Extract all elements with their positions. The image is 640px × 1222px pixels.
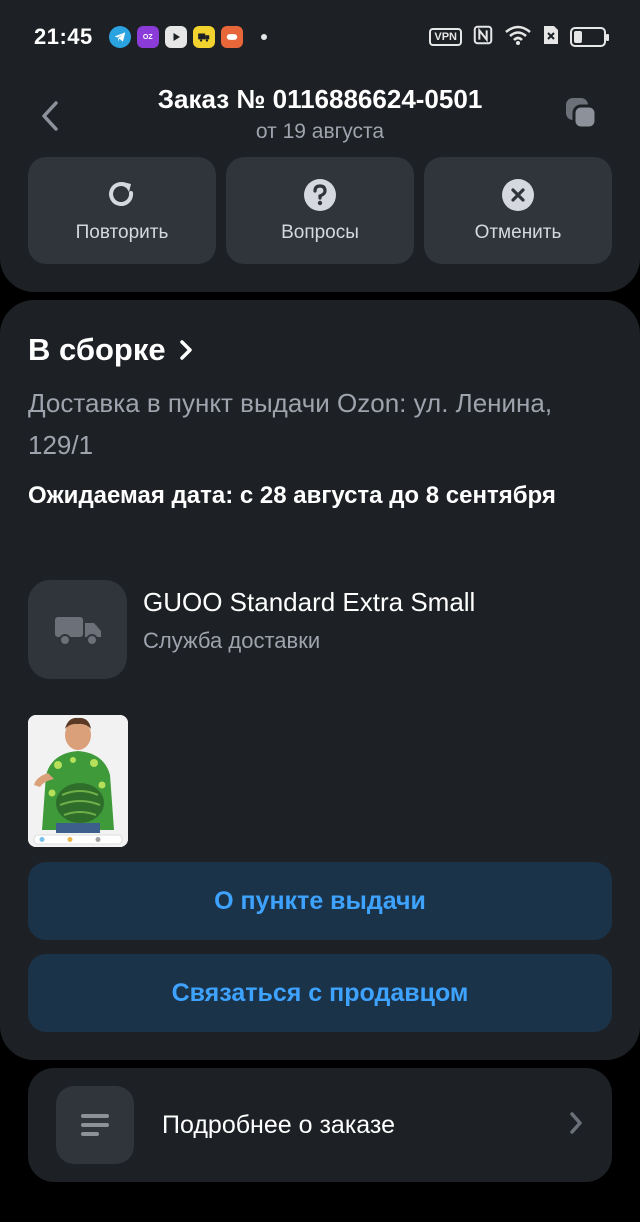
order-status-link[interactable]: В сборке: [28, 332, 194, 368]
chevron-right-icon: [568, 1110, 584, 1141]
status-time: 21:45: [34, 24, 93, 49]
service-subtitle: Служба доставки: [143, 628, 321, 653]
wifi-icon: [504, 24, 532, 51]
cancel-label: Отменить: [474, 221, 562, 243]
order-status-card: В сборке Доставка в пункт выдачи Ozon: у…: [0, 300, 640, 1060]
questions-label: Вопросы: [281, 221, 359, 243]
youtube-icon: [164, 26, 187, 48]
battery-icon: 28: [570, 27, 609, 47]
order-details-label: Подробнее о заказе: [162, 1110, 396, 1139]
repeat-label: Повторить: [75, 221, 169, 243]
copy-icon: [566, 98, 598, 130]
cancel-button[interactable]: Отменить: [424, 157, 612, 264]
cancel-icon: [501, 178, 535, 212]
question-icon: [303, 178, 337, 212]
product-image[interactable]: [28, 715, 128, 847]
more-notifications-dot: [260, 34, 267, 40]
list-icon: [56, 1086, 134, 1164]
nfc-icon: [472, 24, 494, 51]
ozon-icon: OZ: [136, 26, 159, 48]
battery-level: 28: [581, 30, 595, 44]
questions-button[interactable]: Вопросы: [226, 157, 414, 264]
order-title: Заказ № 0116886624-0501: [157, 84, 483, 114]
notification-icons: OZ: [108, 26, 267, 48]
repeat-icon: [105, 178, 139, 212]
no-sim-icon: [542, 24, 560, 51]
repeat-button[interactable]: Повторить: [28, 157, 216, 264]
contact-seller-button[interactable]: Связаться с продавцом: [28, 954, 612, 1032]
delivery-service: GUOO Standard Extra Small Служба доставк…: [28, 580, 475, 679]
order-header: Заказ № 0116886624-0501 от 19 августа По…: [0, 74, 640, 292]
order-details-row[interactable]: Подробнее о заказе: [28, 1068, 612, 1182]
pickup-point-button[interactable]: О пункте выдачи: [28, 862, 612, 940]
service-name: GUOO Standard Extra Small: [143, 587, 476, 617]
chevron-right-icon: [179, 340, 192, 360]
telegram-icon: [108, 26, 131, 48]
system-icons: VPN 28: [429, 24, 609, 51]
order-actions: Повторить Вопросы Отменить: [28, 157, 612, 264]
game-app-icon: [220, 26, 243, 48]
copy-button[interactable]: [562, 94, 602, 134]
truck-icon: [28, 580, 127, 679]
order-date: от 19 августа: [255, 120, 385, 143]
vpn-icon: VPN: [429, 28, 462, 46]
order-status: В сборке: [28, 332, 166, 367]
expected-date: Ожидаемая дата: с 28 августа до 8 сентяб…: [28, 482, 556, 509]
delivery-address: Доставка в пункт выдачи Ozon: ул. Ленина…: [28, 388, 553, 460]
status-bar: 21:45 OZ VPN 28: [0, 0, 640, 74]
delivery-app-icon: [192, 26, 215, 48]
